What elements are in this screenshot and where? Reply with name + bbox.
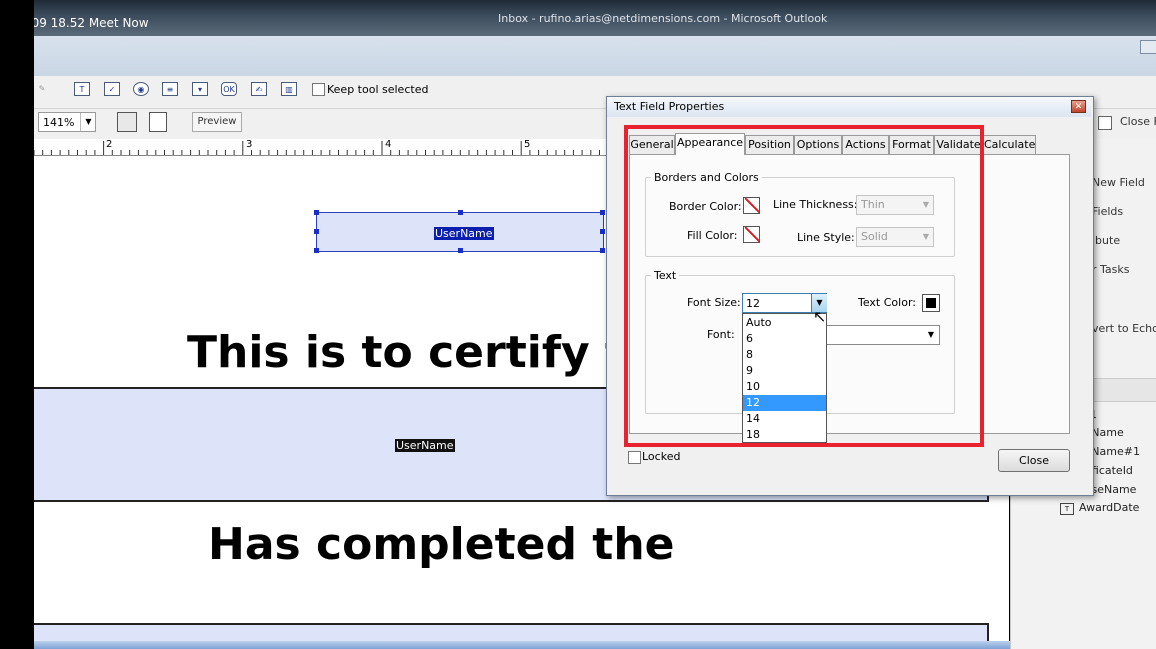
- group-title: Borders and Colors: [651, 171, 762, 184]
- tab-appearance[interactable]: Appearance: [675, 133, 745, 155]
- new-field-task[interactable]: New Field: [1092, 176, 1145, 189]
- preview-button[interactable]: Preview: [192, 112, 242, 132]
- resize-handle[interactable]: [458, 248, 463, 253]
- close-button[interactable]: Close: [998, 449, 1070, 472]
- font-size-option[interactable]: 18: [743, 427, 826, 443]
- keep-tool-checkbox[interactable]: [312, 83, 325, 96]
- zoom-value: 141%: [43, 116, 75, 129]
- font-size-label: Font Size:: [687, 296, 741, 309]
- locked-label: Locked: [642, 450, 681, 463]
- tab-general[interactable]: General: [629, 135, 675, 155]
- resize-handle[interactable]: [314, 210, 319, 215]
- completed-heading: Has completed the: [208, 519, 675, 570]
- resize-handle[interactable]: [314, 248, 319, 253]
- tab-actions[interactable]: Actions: [842, 135, 889, 155]
- ruler-mark: 3: [246, 139, 253, 150]
- font-size-option[interactable]: 8: [743, 347, 826, 363]
- group-title: Text: [651, 269, 680, 282]
- font-size-option[interactable]: 10: [743, 379, 826, 395]
- field-name-label: UserName: [395, 439, 455, 452]
- tree-item-label: AwardDate: [1079, 501, 1140, 514]
- font-size-option[interactable]: 9: [743, 363, 826, 379]
- font-size-value: 12: [746, 297, 760, 310]
- line-thickness-select: Thin ▼: [856, 195, 934, 215]
- text-color-picker[interactable]: [922, 294, 940, 312]
- fill-color-label: Fill Color:: [687, 229, 738, 242]
- field-name-label: UserName: [434, 227, 494, 240]
- edit-icon[interactable]: ✎: [34, 82, 50, 96]
- line-style-value: Solid: [861, 230, 888, 243]
- chevron-down-icon: ▼: [922, 232, 929, 241]
- ruler-mark: 2: [106, 139, 113, 150]
- ruler-mark: 5: [524, 139, 531, 150]
- resize-handle[interactable]: [600, 229, 605, 234]
- button-icon[interactable]: OK: [221, 82, 237, 96]
- close-form-editing-button[interactable]: Close Fo: [1120, 115, 1156, 135]
- chevron-down-icon[interactable]: ▼: [80, 113, 96, 131]
- tab-options[interactable]: Options: [794, 135, 842, 155]
- tab-calculate[interactable]: Calculate: [983, 135, 1036, 155]
- chevron-down-icon[interactable]: ▼: [923, 326, 939, 344]
- border-color-picker[interactable]: [743, 197, 760, 214]
- font-size-option[interactable]: 6: [743, 331, 826, 347]
- line-thickness-label: Line Thickness:: [773, 198, 858, 211]
- fit-page-icon[interactable]: [149, 112, 167, 132]
- resize-handle[interactable]: [600, 210, 605, 215]
- checkbox-icon[interactable]: ✓: [104, 82, 120, 96]
- left-black-strip: [0, 0, 34, 649]
- radio-button-icon[interactable]: ◉: [133, 82, 149, 96]
- dropdown-icon[interactable]: ▾: [192, 82, 208, 96]
- tree-item-awarddate[interactable]: T AwardDate: [1060, 501, 1139, 515]
- line-style-select: Solid ▼: [856, 227, 934, 247]
- keep-tool-label: Keep tool selected: [327, 83, 429, 96]
- convert-echosign-task[interactable]: vert to EchoSi: [1092, 322, 1156, 335]
- line-style-label: Line Style:: [797, 231, 855, 244]
- text-color-label: Text Color:: [858, 296, 916, 309]
- close-form-icon: [1098, 116, 1112, 130]
- font-size-option[interactable]: 14: [743, 411, 826, 427]
- no-color-icon: [744, 198, 759, 213]
- fields-task[interactable]: Fields: [1092, 205, 1123, 218]
- window-frame: [34, 36, 1156, 76]
- locked-checkbox[interactable]: [628, 451, 641, 464]
- outlook-window-title: Inbox - rufino.arias@netdimensions.com -…: [498, 12, 828, 25]
- dialog-title: Text Field Properties: [614, 100, 725, 113]
- no-color-icon: [744, 227, 759, 242]
- ruler-mark: 4: [385, 139, 392, 150]
- distribute-task[interactable]: ibute: [1092, 234, 1120, 247]
- font-size-option-selected[interactable]: 12: [743, 395, 826, 411]
- color-swatch: [926, 298, 936, 308]
- list-box-icon[interactable]: ≡: [162, 82, 178, 96]
- close-icon[interactable]: ✕: [1071, 100, 1086, 113]
- text-field-icon[interactable]: T: [74, 82, 90, 96]
- barcode-icon[interactable]: ▥: [281, 82, 297, 96]
- digital-signature-icon[interactable]: ✍: [251, 82, 267, 96]
- border-color-label: Border Color:: [669, 200, 742, 213]
- text-field-icon: T: [1060, 503, 1074, 515]
- resize-handle[interactable]: [458, 210, 463, 215]
- resize-handle[interactable]: [600, 248, 605, 253]
- tab-position[interactable]: Position: [745, 135, 794, 155]
- minimize-button[interactable]: [1140, 40, 1156, 54]
- horizontal-scrollbar[interactable]: [34, 641, 1156, 649]
- line-thickness-value: Thin: [861, 198, 885, 211]
- font-label: Font:: [707, 328, 735, 341]
- tab-format[interactable]: Format: [889, 135, 934, 155]
- save-icon[interactable]: [117, 112, 137, 132]
- chevron-down-icon: ▼: [922, 200, 929, 209]
- other-tasks[interactable]: r Tasks: [1092, 263, 1130, 276]
- resize-handle[interactable]: [314, 229, 319, 234]
- tab-validate[interactable]: Validate: [934, 135, 983, 155]
- mouse-cursor-icon: ↖: [813, 307, 827, 326]
- fill-color-picker[interactable]: [743, 226, 760, 243]
